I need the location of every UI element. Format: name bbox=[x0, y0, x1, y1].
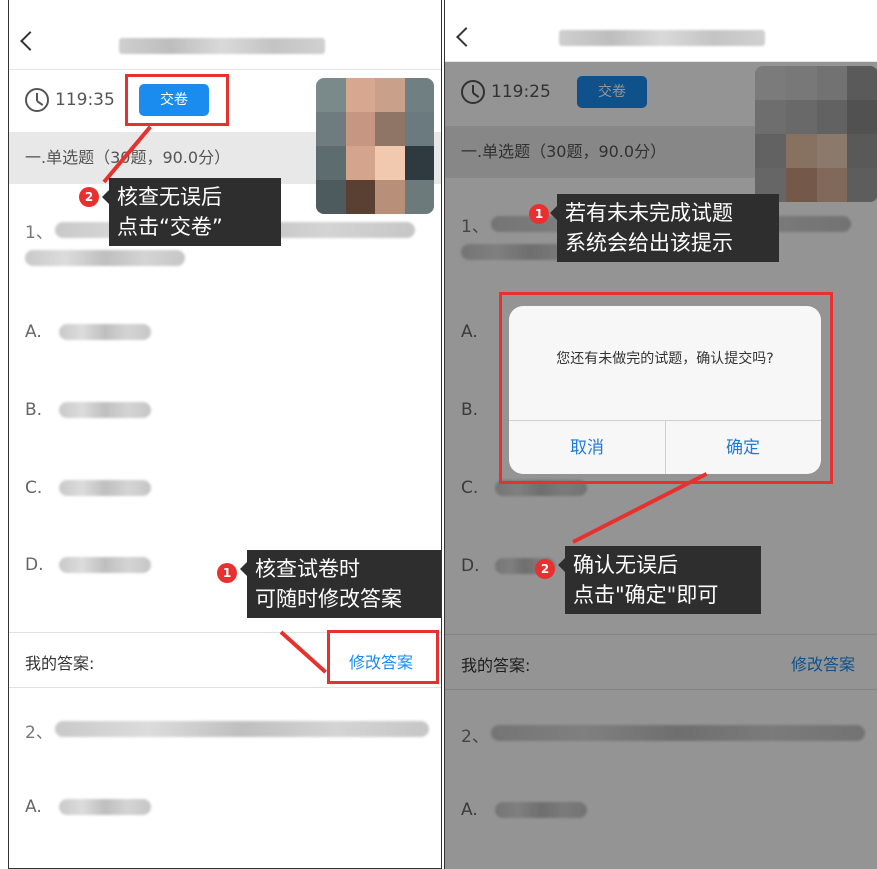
callout-line: 确认无误后 bbox=[573, 553, 678, 577]
option-c-label[interactable]: C. bbox=[25, 478, 42, 498]
callout-line: 核查无误后 bbox=[117, 185, 222, 209]
option-a-text-blurred[interactable] bbox=[59, 324, 151, 340]
question-2-number: 2、 bbox=[25, 723, 53, 743]
callout-line: 核查试卷时 bbox=[255, 557, 360, 581]
left-exam-screen: 119:35 交卷 一.单选题（30题，90.0分） 1、 A. B. C. D… bbox=[8, 0, 442, 869]
question-2-option-a-label[interactable]: A. bbox=[25, 797, 42, 817]
page-title-blurred bbox=[119, 38, 325, 54]
page-title-blurred bbox=[559, 30, 765, 46]
option-c-text-blurred[interactable] bbox=[59, 480, 151, 496]
annotation-callout-unfinished: 若有未未完成试题 系统会给出该提示 bbox=[550, 194, 779, 262]
annotation-callout-confirm: 确认无误后 点击"确定"即可 bbox=[558, 546, 761, 614]
my-answer-label: 我的答案: bbox=[25, 654, 95, 673]
right-exam-screen-confirm: 119:25 交卷 一.单选题（30题，90.0分） 1、 A. B. C. D… bbox=[444, 0, 877, 869]
back-chevron-icon[interactable] bbox=[456, 27, 476, 47]
nav-bar bbox=[445, 0, 877, 62]
callout-line: 系统会给出该提示 bbox=[565, 231, 733, 255]
question-2-option-a-text-blurred[interactable] bbox=[59, 799, 151, 815]
modify-answer-highlight-box bbox=[327, 630, 439, 684]
step-badge-1: 1 bbox=[217, 563, 237, 583]
countdown-timer: 119:35 bbox=[55, 90, 115, 110]
option-b-label[interactable]: B. bbox=[25, 400, 42, 420]
callout-line: 若有未未完成试题 bbox=[565, 201, 733, 225]
step-badge-2: 2 bbox=[79, 187, 99, 207]
annotation-callout-modify: 核查试卷时 可随时修改答案 bbox=[240, 550, 441, 618]
clock-icon bbox=[25, 88, 49, 112]
option-b-text-blurred[interactable] bbox=[59, 402, 151, 418]
dialog-highlight-box bbox=[499, 292, 833, 484]
question-1-text-blurred-2 bbox=[25, 250, 185, 266]
option-d-text-blurred[interactable] bbox=[59, 557, 151, 573]
step-badge-2: 2 bbox=[535, 559, 555, 579]
question-2-text-blurred bbox=[55, 721, 429, 737]
back-chevron-icon[interactable] bbox=[20, 31, 40, 51]
option-a-label[interactable]: A. bbox=[25, 322, 42, 342]
proctor-camera-photo bbox=[316, 78, 434, 214]
nav-bar bbox=[9, 0, 441, 70]
submit-highlight-box bbox=[125, 74, 229, 126]
callout-line: 点击“交卷” bbox=[117, 215, 223, 239]
option-d-label[interactable]: D. bbox=[25, 555, 44, 575]
annotation-callout-submit: 核查无误后 点击“交卷” bbox=[102, 178, 281, 246]
question-1-number: 1、 bbox=[25, 223, 53, 243]
callout-line: 可随时修改答案 bbox=[255, 587, 402, 611]
step-badge-1: 1 bbox=[529, 204, 549, 224]
callout-line: 点击"确定"即可 bbox=[573, 583, 719, 607]
